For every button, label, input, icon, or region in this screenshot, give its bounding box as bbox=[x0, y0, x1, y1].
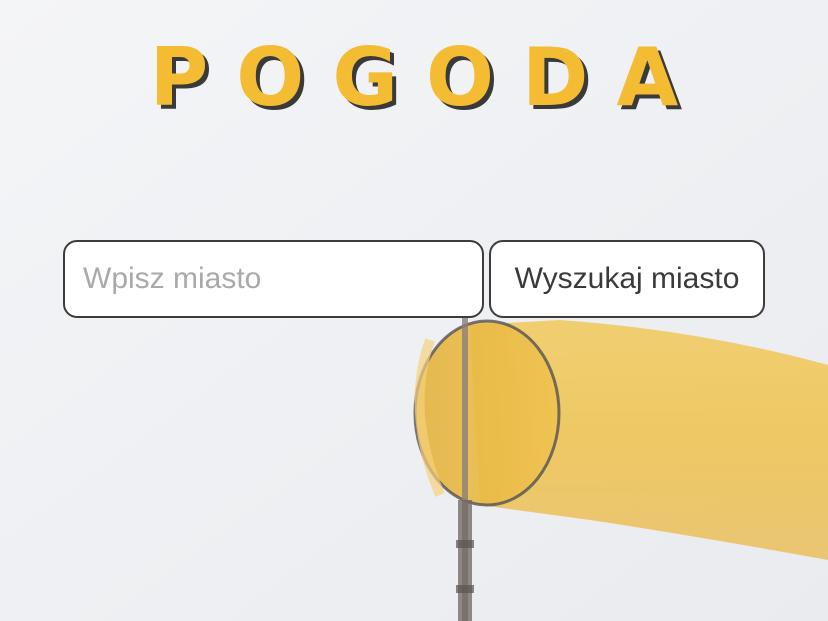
city-search-input[interactable] bbox=[63, 240, 484, 318]
search-city-button[interactable]: Wyszukaj miasto bbox=[489, 240, 765, 318]
app-title: POGODA bbox=[149, 31, 707, 124]
